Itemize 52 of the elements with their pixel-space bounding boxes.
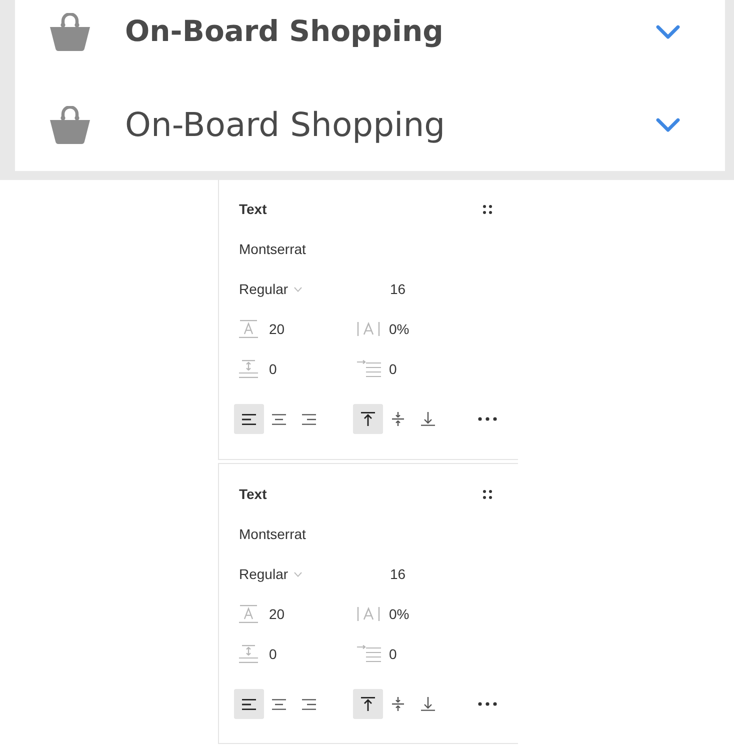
section-title: On-Board Shopping bbox=[125, 12, 444, 50]
drag-handle-icon[interactable] bbox=[483, 204, 492, 214]
line-height-icon bbox=[239, 605, 258, 623]
align-right-icon bbox=[302, 698, 316, 710]
panel-title: Text bbox=[239, 484, 267, 504]
section-title: On-Board Shopping bbox=[125, 104, 446, 146]
font-size-field[interactable]: 16 bbox=[390, 564, 406, 584]
more-options-icon[interactable] bbox=[478, 417, 497, 421]
shopping-bag-icon bbox=[50, 106, 90, 144]
chevron-down-icon bbox=[294, 572, 302, 576]
align-top-icon bbox=[361, 412, 375, 426]
indent-icon bbox=[357, 360, 381, 378]
paragraph-indent-field[interactable]: 0 bbox=[389, 644, 397, 664]
font-style-dropdown[interactable]: Regular bbox=[239, 278, 302, 300]
panel-title: Text bbox=[239, 200, 267, 218]
line-height-field[interactable]: 20 bbox=[269, 604, 285, 624]
align-middle-icon bbox=[391, 412, 405, 426]
letter-spacing-field[interactable]: 0% bbox=[389, 604, 410, 624]
paragraph-spacing-field[interactable]: 0 bbox=[269, 358, 277, 380]
drag-handle-icon[interactable] bbox=[483, 490, 492, 498]
chevron-down-icon[interactable] bbox=[655, 24, 681, 40]
paragraph-spacing-icon bbox=[239, 360, 258, 378]
shopping-bag-icon bbox=[50, 12, 90, 50]
align-middle-icon bbox=[391, 697, 405, 711]
align-center-icon bbox=[272, 414, 286, 424]
font-family-dropdown[interactable]: Montserrat bbox=[239, 238, 306, 260]
align-bottom-icon bbox=[421, 697, 435, 711]
paragraph-indent-field[interactable]: 0 bbox=[389, 358, 397, 380]
font-style-dropdown[interactable]: Regular bbox=[239, 564, 302, 584]
align-right-icon bbox=[302, 414, 316, 424]
align-left-button[interactable] bbox=[234, 689, 264, 719]
letter-spacing-icon bbox=[357, 606, 380, 622]
paragraph-spacing-icon bbox=[239, 645, 258, 663]
align-top-button[interactable] bbox=[353, 404, 383, 434]
letter-spacing-field[interactable]: 0% bbox=[389, 318, 410, 340]
align-top-icon bbox=[361, 697, 375, 711]
font-family-dropdown[interactable]: Montserrat bbox=[239, 524, 306, 544]
align-left-button[interactable] bbox=[234, 404, 264, 434]
align-left-icon bbox=[242, 698, 256, 710]
chevron-down-icon bbox=[294, 286, 302, 292]
line-height-icon bbox=[239, 320, 258, 338]
font-size-field[interactable]: 16 bbox=[390, 278, 406, 300]
paragraph-spacing-field[interactable]: 0 bbox=[269, 644, 277, 664]
indent-icon bbox=[357, 645, 381, 663]
more-options-icon[interactable] bbox=[478, 702, 497, 706]
align-top-button[interactable] bbox=[353, 689, 383, 719]
align-bottom-icon bbox=[421, 412, 435, 426]
line-height-field[interactable]: 20 bbox=[269, 318, 285, 340]
letter-spacing-icon bbox=[357, 321, 380, 337]
align-center-icon bbox=[272, 698, 286, 710]
chevron-down-icon[interactable] bbox=[655, 116, 681, 132]
align-left-icon bbox=[242, 414, 256, 424]
